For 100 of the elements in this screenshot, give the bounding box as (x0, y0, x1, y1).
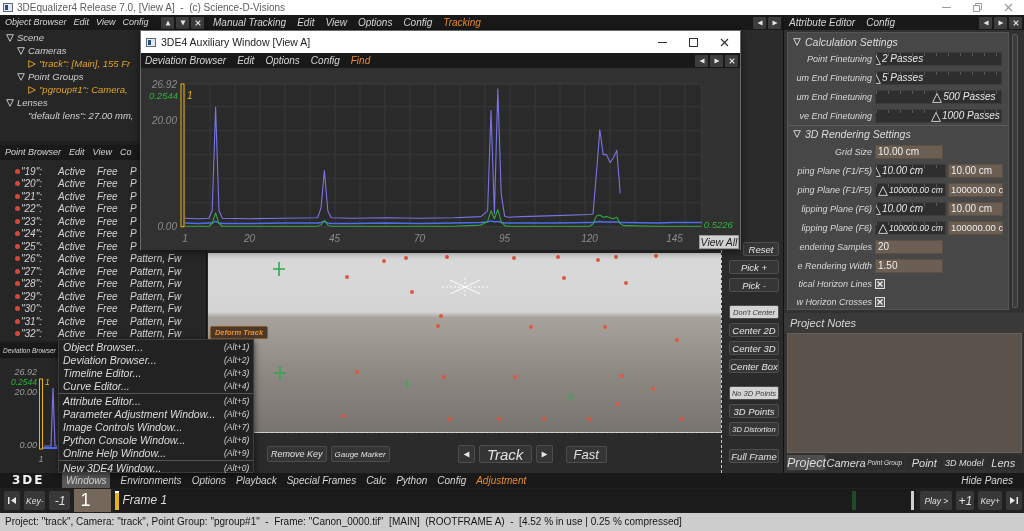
previous-button[interactable] (979, 16, 992, 29)
menu-item[interactable]: Curve Editor... (63, 379, 130, 392)
view-button[interactable]: Pick - (729, 278, 779, 292)
edit-button[interactable]: Gauge Marker (330, 446, 390, 462)
menu-item[interactable]: Environments (120, 473, 182, 488)
checkbox-icon[interactable] (875, 279, 885, 289)
previous-button[interactable] (695, 54, 708, 67)
next-frame-button[interactable] (535, 445, 553, 463)
tab[interactable]: Project (787, 455, 825, 470)
menu-item[interactable]: Config (310, 53, 340, 68)
first-frame-button[interactable] (4, 491, 20, 510)
timeline-track[interactable]: Frame 1 (115, 489, 917, 512)
menu-item[interactable]: Options (191, 473, 227, 488)
tree-item[interactable]: "track": [Main], 155 Fr (39, 58, 131, 69)
menu-item[interactable]: Edit (237, 53, 255, 68)
hide-panes-button[interactable]: Hide Panes (961, 475, 1013, 486)
menu-item[interactable]: Edit (69, 145, 85, 160)
menu-item[interactable]: Object Browser (5, 15, 67, 30)
slider-track[interactable]: 100000.00 cm (875, 220, 946, 235)
tab[interactable]: 3D Model (945, 455, 983, 470)
menu-item[interactable]: Tracking (443, 15, 481, 30)
slider-track[interactable]: 1000 Passes (875, 108, 1002, 123)
menu-item[interactable]: Config (403, 15, 433, 30)
menu-item[interactable]: Config (122, 15, 149, 30)
menu-item[interactable]: Options (265, 53, 300, 68)
view-button[interactable]: Reset (743, 242, 779, 256)
track-button[interactable]: Track (478, 445, 532, 463)
menu-item[interactable]: Find (350, 53, 371, 68)
next-button[interactable] (710, 54, 723, 67)
menu-item[interactable]: Object Browser... (63, 340, 144, 353)
move-up-button[interactable] (161, 16, 174, 29)
close-button[interactable] (725, 54, 738, 67)
value-field[interactable]: 10.00 cm (948, 163, 1003, 178)
view-button[interactable]: Full Frame (729, 449, 779, 463)
menu-item[interactable]: Edit (297, 15, 315, 30)
view-all-button[interactable]: View All (699, 235, 739, 249)
menu-item[interactable]: Config (437, 473, 467, 488)
view-button[interactable]: Pick + (729, 260, 779, 274)
tree-item[interactable]: Lenses (17, 97, 48, 108)
menu-item[interactable]: Deviation Browser... (63, 353, 157, 366)
view-button[interactable]: Center 3D (729, 341, 779, 355)
menu-item[interactable]: Deviation Browser (145, 53, 227, 68)
value-field[interactable]: 100000.00 c (948, 182, 1003, 197)
scrollbar[interactable] (1012, 34, 1018, 308)
menu-item[interactable]: Adjustment (476, 473, 527, 488)
step-button[interactable]: Key+ (978, 491, 1002, 510)
menu-item[interactable]: Timeline Editor... (63, 366, 142, 379)
view-button[interactable]: Center Box (729, 359, 779, 373)
slider-track[interactable]: 500 Passes (875, 89, 1002, 104)
menu-item[interactable]: Edit (73, 15, 90, 30)
tab[interactable]: Point (905, 455, 943, 470)
menu-item[interactable]: Special Frames (286, 473, 357, 488)
tree-item[interactable]: Cameras (28, 45, 67, 56)
slider-track[interactable]: 10.00 cm (875, 163, 946, 178)
slider-track[interactable]: 100000.00 cm (875, 182, 946, 197)
close-button[interactable] (191, 16, 204, 29)
menu-item[interactable]: Co (119, 145, 132, 160)
section-title[interactable]: 3D Rendering Settings (805, 128, 911, 140)
slider-track[interactable]: 5 Passes (875, 70, 1002, 85)
view-button[interactable]: Center 2D (729, 323, 779, 337)
menu-item[interactable]: Online Help Window... (63, 446, 167, 459)
next-button[interactable] (768, 16, 781, 29)
step-button[interactable]: -1 (49, 491, 71, 510)
previous-button[interactable] (753, 16, 766, 29)
value-field[interactable]: 10.00 cm (875, 144, 943, 159)
value-field[interactable]: 1.50 (875, 258, 943, 273)
menu-item[interactable]: Point Browser (5, 145, 62, 160)
tab[interactable]: Lens (984, 455, 1022, 470)
close-button[interactable] (1009, 16, 1022, 29)
menu-item[interactable]: Parameter Adjustment Window... (63, 407, 216, 420)
step-button[interactable]: +1 (956, 491, 975, 510)
tree-item[interactable]: "default lens": 27.00 mm, (28, 110, 134, 121)
menu-item[interactable]: Python Console Window... (63, 433, 186, 446)
menu-item[interactable]: Playback (236, 473, 277, 488)
edit-button[interactable]: Remove Key (267, 446, 327, 462)
previous-frame-button[interactable] (457, 445, 475, 463)
menu-item[interactable]: View (92, 145, 112, 160)
menu-item[interactable]: Python (396, 473, 428, 488)
next-button[interactable] (994, 16, 1007, 29)
menu-item[interactable]: Options (357, 15, 393, 30)
menu-item[interactable]: New 3DE4 Window... (63, 461, 162, 474)
menu-item[interactable]: Image Controls Window... (63, 420, 183, 433)
value-field[interactable]: 20 (875, 239, 943, 254)
notes-field[interactable] (787, 333, 1022, 453)
speed-button[interactable]: Fast (565, 445, 607, 463)
view-button[interactable]: 3D Points (729, 404, 779, 418)
move-down-button[interactable] (176, 16, 189, 29)
frame-field[interactable]: 1 (74, 489, 112, 512)
menu-item[interactable]: Calc (366, 473, 387, 488)
menu-item[interactable]: View (96, 15, 116, 30)
menu-item[interactable]: Attribute Editor... (63, 394, 141, 407)
step-button[interactable]: Key- (24, 491, 46, 510)
menu-item[interactable]: Manual Tracking (213, 15, 287, 30)
section-title[interactable]: Calculation Settings (805, 35, 898, 48)
slider-track[interactable]: 10.00 cm (875, 201, 946, 216)
tree-item[interactable]: Scene (17, 32, 44, 43)
tab[interactable]: Camera (826, 455, 864, 470)
menu-item[interactable]: Attribute Editor (789, 15, 856, 30)
tree-item[interactable]: "pgroup#1": Camera, (39, 84, 128, 95)
last-frame-button[interactable] (1006, 491, 1022, 510)
